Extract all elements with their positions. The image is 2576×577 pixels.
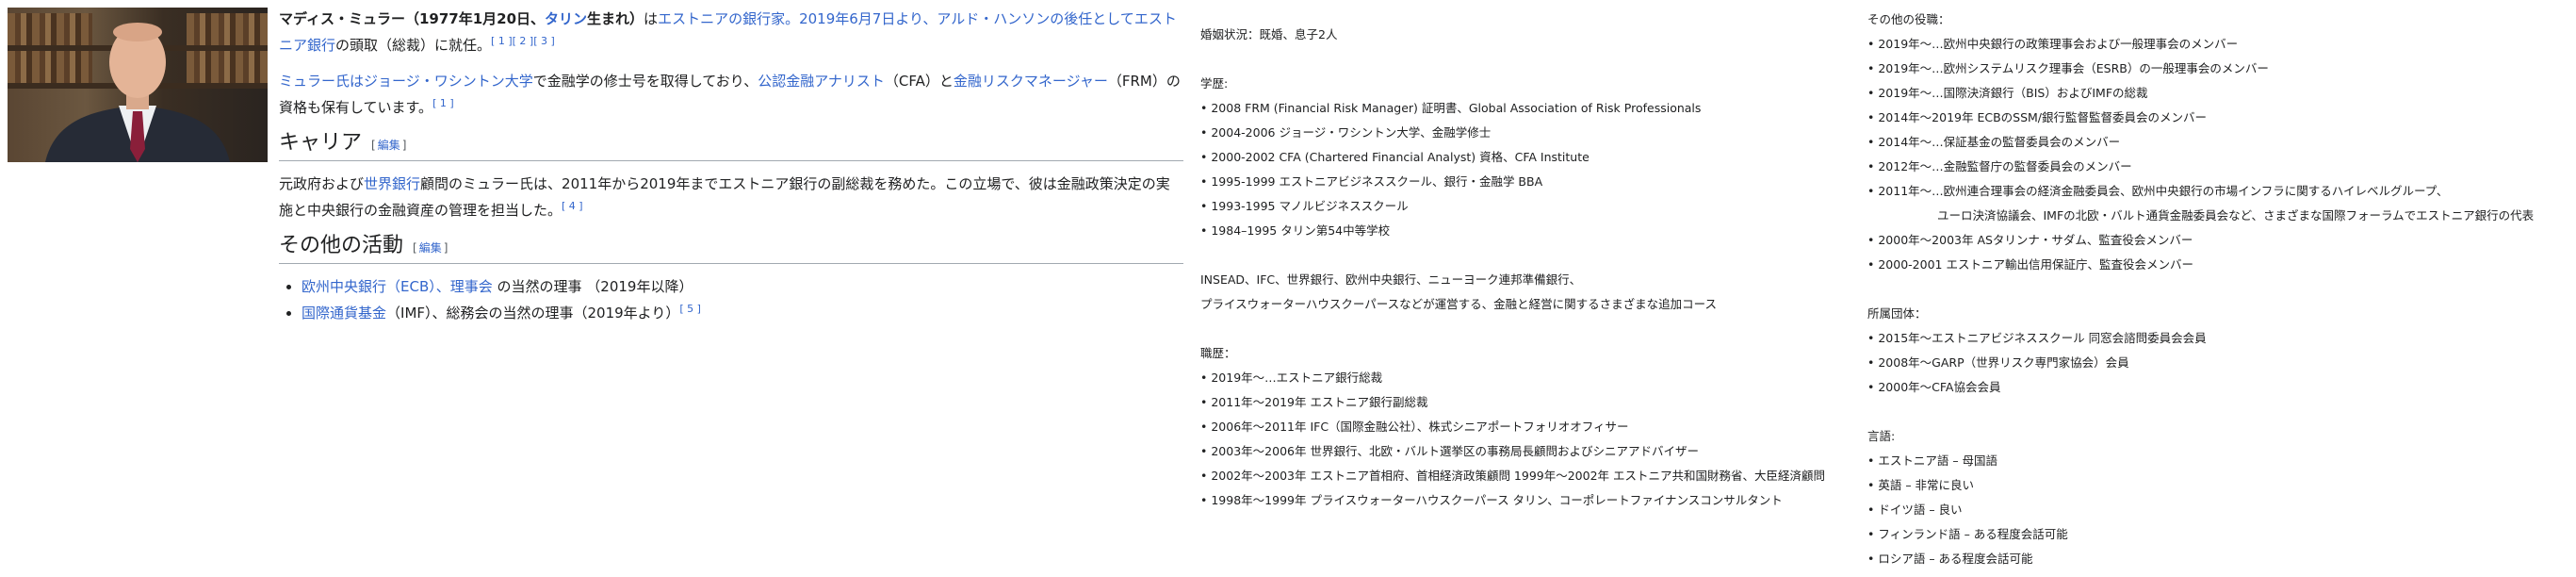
ref-4[interactable]: [ 4 ] — [562, 200, 583, 212]
activities-heading: その他の活動 [編集] — [279, 235, 1183, 264]
list-item: • 2011年～…欧州連合理事会の経済金融委員会、欧州中央銀行の市場インフラに関… — [1867, 184, 2449, 198]
career-heading-text: キャリア — [279, 131, 363, 155]
intro-connector: は — [644, 10, 659, 27]
list-item: • 2011年～2019年 エストニア銀行副総裁 — [1200, 395, 1428, 409]
marital-status: 婚姻状況：既婚、息子2人 — [1200, 27, 1338, 41]
career-heading: キャリア [編集] — [279, 132, 1183, 161]
list-item: • 2019年～…エストニア銀行総裁 — [1200, 371, 1383, 385]
link-tallinn[interactable]: タリン — [545, 10, 587, 27]
link-george-washington-university[interactable]: ミュラー氏はジョージ・ワシントン大学 — [279, 73, 533, 90]
education-label: 学歴: — [1200, 76, 1229, 91]
ref-1[interactable]: [ 1 ] — [491, 35, 513, 47]
list-item: • 2012年～…金融監督庁の監督委員会のメンバー — [1867, 159, 2132, 173]
list-item-continuation: ユーロ決済協議会、IMFの北欧・バルト通貨金融委員会など、さまざまな国際フォーラ… — [1937, 208, 2535, 223]
cv-column-left: 婚姻状況：既婚、息子2人 学歴: • 2008 FRM (Financial R… — [1200, 23, 1860, 513]
list-item: • 2004-2006 ジョージ・ワシントン大学、金融学修士 — [1200, 125, 1492, 140]
list-item: • 2006年～2011年 IFC（国際金融公社）、株式シニアポートフォリオオフ… — [1200, 420, 1629, 434]
list-item: • 1995-1999 エストニアビジネススクール、銀行・金融学 BBA — [1200, 174, 1543, 189]
edit-bracket-close: ] — [401, 139, 407, 152]
ref-2[interactable]: [ 2 ] — [513, 35, 534, 47]
edit-bracket-open: [ — [371, 139, 376, 152]
career-paragraph: 元政府および世界銀行顧問のミュラー氏は、2011年から2019年までエストニア銀… — [279, 173, 1183, 222]
list-item: • 1993-1995 マノルビジネススクール — [1200, 199, 1409, 213]
list-item: • 2019年～…欧州システムリスク理事会（ESRB）の一般理事会のメンバー — [1867, 61, 2269, 75]
activities-heading-text: その他の活動 — [279, 234, 404, 257]
list-item: 欧州中央銀行（ECB）、理事会 の当然の理事 （2019年以降） — [302, 275, 1183, 298]
list-item: • ドイツ語 – 良い — [1867, 503, 1963, 517]
list-item: • 2008 FRM (Financial Risk Manager) 証明書、… — [1200, 101, 1702, 115]
list-item: • 2008年～GARP（世界リスク専門家協会）会員 — [1867, 355, 2129, 370]
courses-line: INSEAD、IFC、世界銀行、欧州中央銀行、ニューヨーク連邦準備銀行、 — [1200, 272, 1582, 287]
list-item: • 2019年～…国際決済銀行（BIS）およびIMFの総裁 — [1867, 86, 2148, 100]
intro-role-suffix: の頭取（総裁）に就任。 — [335, 37, 492, 54]
ref-3[interactable]: [ 3 ] — [533, 35, 555, 47]
career-edit: [編集] — [371, 134, 406, 157]
languages-label: 言語: — [1867, 429, 1896, 443]
edit-bracket-open: [ — [413, 241, 417, 255]
organizations-label: 所属団体： — [1867, 306, 1927, 321]
list-item: • 1984–1995 タリン第54中等学校 — [1200, 223, 1391, 238]
name-text: マディス・ミュラー（1977年1月20日、 — [279, 10, 546, 27]
link-world-bank[interactable]: 世界銀行 — [364, 175, 420, 192]
list-item: • 2014年～2019年 ECBのSSM/銀行監督監督委員会のメンバー — [1867, 110, 2208, 124]
list-item: • ロシア語 – ある程度会話可能 — [1867, 552, 2033, 566]
career-text-1: 元政府および — [279, 175, 365, 192]
list-item: • 2015年～エストニアビジネススクール 同窓会諮問委員会会員 — [1867, 331, 2207, 345]
ref-1-edu[interactable]: [ 1 ] — [432, 97, 454, 109]
list-item: • 英語 – 非常に良い — [1867, 478, 1975, 492]
intro-paragraph: マディス・ミュラー（1977年1月20日、タリン生まれ）はエストニアの銀行家。2… — [279, 8, 1183, 57]
ref-5[interactable]: [ 5 ] — [679, 303, 701, 315]
activities-edit: [編集] — [413, 237, 448, 259]
edu-text-1: で金融学の修士号を取得しており、 — [532, 73, 758, 90]
activities-edit-link[interactable]: 編集 — [419, 241, 442, 255]
activities-list: 欧州中央銀行（ECB）、理事会 の当然の理事 （2019年以降） 国際通貨基金（… — [302, 275, 1183, 324]
edu-text-2: （CFA）と — [884, 73, 954, 90]
career-edit-link[interactable]: 編集 — [378, 139, 400, 152]
born-suffix: 生まれ） — [587, 10, 644, 27]
portrait-photo[interactable] — [8, 8, 268, 162]
list-item: • 2000-2001 エストニア輸出信用保証庁、監査役会メンバー — [1867, 257, 2193, 272]
list-item: • フィンランド語 – ある程度会話可能 — [1867, 527, 2068, 541]
list-item: • 2000年～CFA協会会員 — [1867, 380, 2001, 394]
list-item: • 1998年～1999年 プライスウォーターハウスクーパース タリン、コーポレ… — [1200, 493, 1783, 507]
list-item: • 2003年～2006年 世界銀行、北欧・バルト選挙区の事務局長顧問およびシニ… — [1200, 444, 1699, 458]
list-item: • 2014年～…保証基金の監督委員会のメンバー — [1867, 135, 2121, 149]
link-cfa[interactable]: 公認金融アナリスト — [758, 73, 885, 90]
link-frm[interactable]: 金融リスクマネージャー — [954, 73, 1108, 90]
edit-bracket-close: ] — [443, 241, 448, 255]
person-figure — [45, 23, 230, 162]
list-item: 国際通貨基金（IMF）、総務会の当然の理事（2019年より）[ 5 ] — [302, 298, 1183, 324]
education-paragraph: ミュラー氏はジョージ・ワシントン大学で金融学の修士号を取得しており、公認金融アナ… — [279, 70, 1183, 119]
cv-column-right: その他の役職： • 2019年～…欧州中央銀行の政策理事会および一般理事会のメン… — [1867, 8, 2574, 571]
link-imf[interactable]: 国際通貨基金 — [302, 305, 386, 321]
list-item: • 2019年～…欧州中央銀行の政策理事会および一般理事会のメンバー — [1867, 37, 2239, 51]
article-body: マディス・ミュラー（1977年1月20日、タリン生まれ）はエストニアの銀行家。2… — [279, 8, 1183, 324]
activity-text: （IMF）、総務会の当然の理事（2019年より） — [386, 305, 680, 321]
list-item: • 2000-2002 CFA (Chartered Financial Ana… — [1200, 150, 1590, 164]
link-ecb-governing-council[interactable]: 欧州中央銀行（ECB）、理事会 — [302, 278, 493, 295]
jobs-label: 職歴： — [1200, 346, 1236, 360]
list-item: • エストニア語 – 母国語 — [1867, 453, 1998, 468]
intro-name-bold: マディス・ミュラー（1977年1月20日、タリン生まれ） — [279, 10, 644, 27]
other-positions-label: その他の役職： — [1867, 12, 1950, 26]
list-item: • 2002年～2003年 エストニア首相府、首相経済政策顧問 1999年～20… — [1200, 469, 1826, 483]
activity-text: の当然の理事 （2019年以降） — [492, 278, 693, 295]
courses-line: プライスウォーターハウスクーパースなどが運営する、金融と経営に関するさまざまな追… — [1200, 297, 1718, 311]
list-item: • 2000年～2003年 ASタリンナ・サダム、監査役会メンバー — [1867, 233, 2193, 247]
